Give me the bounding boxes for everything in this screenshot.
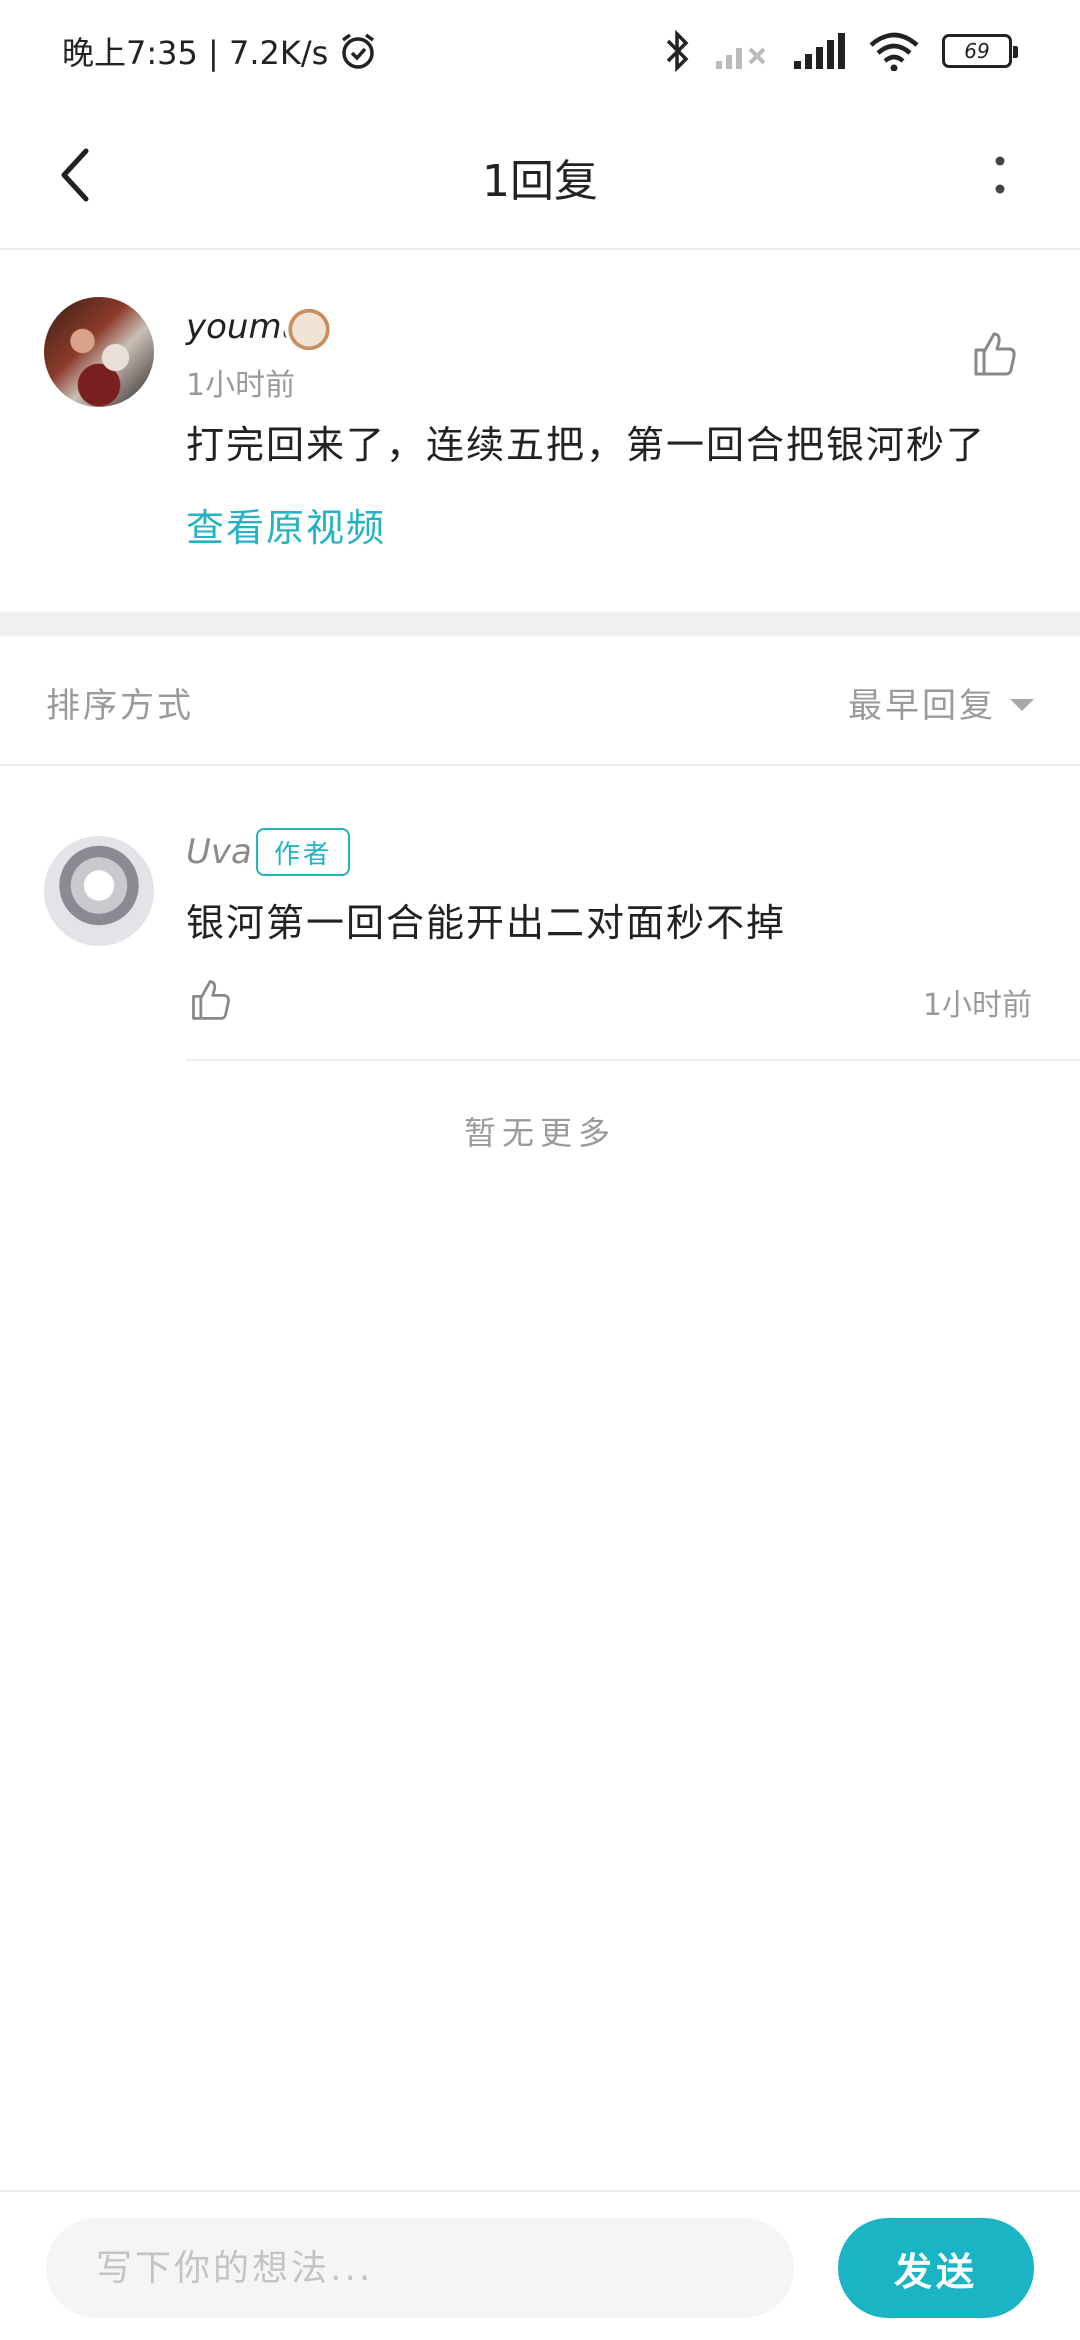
wifi-icon [869,32,919,71]
more-button[interactable] [960,135,1040,215]
sort-dropdown[interactable]: 最早回复 [848,678,1034,727]
battery-icon: 69 [942,34,1018,68]
more-vertical-icon [995,156,1005,194]
signal-icon [794,33,845,69]
username[interactable]: Uva [186,832,252,872]
user-badge-icon [284,302,334,352]
main-comment: youmu 1小时前 打完回来了，连续五把，第一回合把银河秒了 查看原视频 [0,252,1080,612]
status-bar: 晚上7:35 | 7.2K/s 69 [0,0,1080,100]
header: 1回复 [0,100,1080,250]
reply-time: 1小时前 [922,988,1032,1023]
reply-item: Uva 作者 银河第一回合能开出二对面秒不掉 1小时前 [0,768,1080,1061]
send-button[interactable]: 发送 [838,2218,1034,2318]
comment-input[interactable] [46,2218,794,2318]
thumbs-up-icon [192,980,230,1020]
alarm-icon [342,33,375,69]
status-left: 晚上7:35 | 7.2K/s [62,26,378,76]
author-badge: 作者 [256,828,351,876]
like-button[interactable] [964,324,1024,384]
status-time: 晚上7:35 | 7.2K/s [62,34,329,72]
bluetooth-icon [666,29,689,73]
sort-selected-value: 最早回复 [848,686,996,726]
sort-row: 排序方式 最早回复 [0,636,1080,766]
signal-off-icon [716,47,766,69]
no-more-label: 暂无更多 [463,1114,616,1152]
comment-time: 1小时前 [186,368,296,403]
reply-text: 银河第一回合能开出二对面秒不掉 [186,901,787,945]
comment-text: 打完回来了，连续五把，第一回合把银河秒了 [186,423,987,467]
sort-label: 排序方式 [46,686,194,726]
section-divider [0,612,1080,636]
bottom-input-bar: 发送 [0,2190,1080,2340]
page-title: 1回复 [482,156,598,207]
avatar[interactable] [44,297,154,407]
thumbs-up-icon [974,332,1016,376]
caret-down-icon [1010,698,1034,711]
status-right: 69 [664,26,1018,76]
divider [186,1059,1080,1061]
avatar[interactable] [44,836,154,946]
like-button[interactable] [184,974,236,1026]
view-original-video-link[interactable]: 查看原视频 [186,497,386,552]
